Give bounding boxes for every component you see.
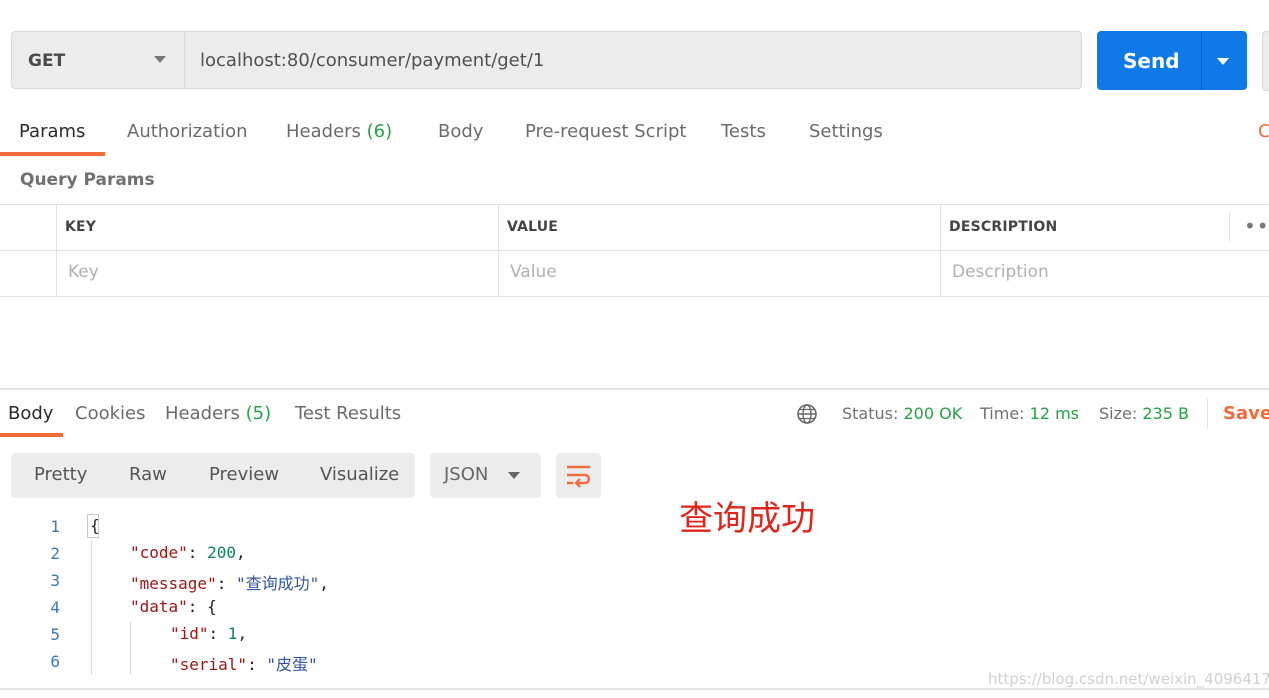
code-line[interactable]: { [90,516,100,535]
size-value: 235 B [1142,404,1189,423]
time-label: Time: [980,404,1025,423]
indent-guide [130,622,131,674]
param-value-input[interactable]: Value [510,262,557,282]
url-value: localhost:80/consumer/payment/get/1 [200,50,545,71]
format-tab-visualize[interactable]: Visualize [320,464,399,485]
time-readout[interactable]: Time: 12 ms [980,404,1079,423]
tab-prerequest-script[interactable]: Pre-request Script [525,121,686,142]
code-line[interactable]: "serial": "皮蛋" [170,651,318,675]
table-border-bottom [0,296,1269,297]
save-response-button[interactable]: Save [1223,403,1269,424]
json-key: "code" [130,543,188,562]
method-select[interactable]: GET [11,31,184,89]
query-params-title: Query Params [20,170,155,190]
line-number: 3 [50,571,60,590]
tab-settings[interactable]: Settings [809,121,883,142]
line-number: 5 [50,625,60,644]
tab-headers-count: (6) [366,121,393,142]
table-col-divider [1229,212,1230,242]
format-tab-raw[interactable]: Raw [129,464,167,485]
size-readout[interactable]: Size: 235 B [1099,404,1189,423]
tab-tests[interactable]: Tests [721,121,766,142]
watermark: https://blog.csdn.net/weixin_40964170 [988,670,1269,688]
table-border-mid [0,250,1269,251]
tab-body[interactable]: Body [438,121,483,142]
response-tab-body[interactable]: Body [8,403,53,424]
send-options-chevron-icon[interactable] [1217,58,1229,65]
status-readout[interactable]: Status: 200 OK [842,404,962,423]
globe-icon[interactable] [796,403,818,425]
size-label: Size: [1099,404,1138,423]
cookies-link-edge[interactable]: C [1258,121,1269,142]
format-tab-preview[interactable]: Preview [209,464,279,485]
column-header-key: KEY [65,219,97,235]
status-label: Status: [842,404,899,423]
send-button[interactable]: Send [1097,31,1247,90]
bottom-border [0,688,1269,690]
wrap-lines-icon [567,465,591,488]
chevron-down-icon [154,56,166,63]
json-value: { [207,597,217,616]
code-line[interactable]: "code": 200, [130,543,246,562]
json-value: 200 [207,543,236,562]
active-tab-indicator [0,152,105,156]
json-key: "serial" [170,655,248,674]
code-punct: { [90,516,100,535]
url-input[interactable]: localhost:80/consumer/payment/get/1 [184,31,1082,89]
format-type-select[interactable]: JSON [430,453,541,498]
format-type-label: JSON [444,464,489,485]
save-separator [1207,399,1208,429]
send-label: Send [1123,49,1180,73]
table-col-divider [940,204,941,296]
time-value: 12 ms [1029,404,1080,423]
more-options-icon[interactable]: ••• [1244,214,1269,238]
format-tab-pretty[interactable]: Pretty [34,464,87,485]
table-col-divider [498,204,499,296]
json-key: "message" [130,574,217,593]
table-border-top [0,204,1269,205]
save-request-button-edge[interactable] [1262,31,1269,91]
chevron-down-icon [508,472,520,479]
param-description-input[interactable]: Description [952,262,1049,282]
tab-headers-label: Headers [286,121,361,142]
line-number: 6 [50,652,60,671]
json-value: "查询成功" [235,574,320,593]
response-tab-headers-count: (5) [245,403,272,424]
method-label: GET [28,51,66,71]
tab-params[interactable]: Params [19,121,85,142]
status-value: 200 OK [903,404,963,423]
tab-authorization[interactable]: Authorization [127,121,248,142]
json-value: 1 [227,624,238,643]
column-header-value: VALUE [507,219,559,235]
column-header-description: DESCRIPTION [949,219,1058,235]
code-line[interactable]: "id": 1, [170,624,247,643]
response-tab-cookies[interactable]: Cookies [75,403,145,424]
line-number: 4 [50,598,60,617]
json-key: "data" [130,597,188,616]
line-number: 2 [50,544,60,563]
tab-headers[interactable]: Headers (6) [286,121,392,142]
json-key: "id" [170,624,209,643]
json-value: "皮蛋" [266,655,318,674]
response-tab-headers[interactable]: Headers (5) [165,403,271,424]
indent-guide [91,540,92,674]
annotation-text: 查询成功 [679,499,815,539]
table-col-divider [56,204,57,296]
wrap-lines-button[interactable] [556,453,601,498]
response-tab-test-results[interactable]: Test Results [295,403,401,424]
response-tab-headers-label: Headers [165,403,240,424]
line-number: 1 [50,517,60,536]
send-divider [1201,31,1202,90]
param-key-input[interactable]: Key [68,262,99,282]
active-response-tab-indicator [0,433,63,437]
code-line[interactable]: "data": { [130,597,217,616]
code-line[interactable]: "message": "查询成功", [130,570,329,594]
response-divider[interactable] [0,388,1269,390]
